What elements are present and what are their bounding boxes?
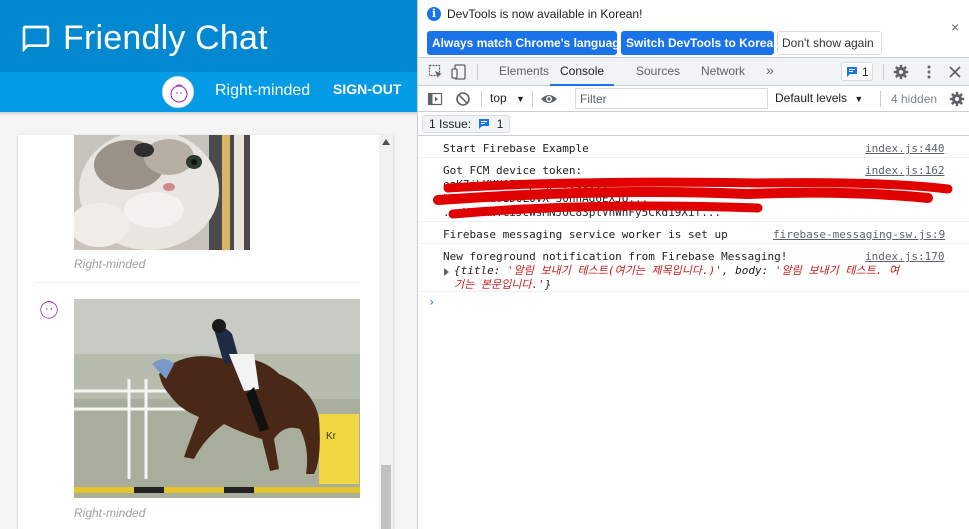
avatar-face-icon [40, 301, 58, 319]
live-expression-eye-icon[interactable] [540, 91, 558, 107]
message-sender: Right-minded [74, 506, 146, 520]
object-key: body [735, 264, 762, 277]
console-message: Firebase messaging service worker is set… [418, 222, 969, 244]
messages-scrollbar[interactable] [379, 135, 393, 529]
console-message: Got FCM device token: index.js:162 eaK7j… [418, 158, 969, 222]
user-name: Right-minded [215, 82, 311, 99]
toolbar-separator [481, 91, 482, 107]
message-sender: Right-minded [74, 257, 146, 271]
device-toolbar-icon[interactable] [451, 64, 467, 80]
tab-sources[interactable]: Sources [636, 58, 680, 86]
issues-count: 1 [862, 65, 869, 79]
issue-message-icon [479, 119, 490, 129]
hidden-messages-count: 4 hidden [891, 92, 938, 106]
console-source-link[interactable]: index.js:440 [865, 142, 944, 155]
console-prompt[interactable]: › [428, 295, 435, 309]
notification-object-line: 기는 본문입니다.'} [454, 278, 552, 291]
redaction-scribble [433, 177, 953, 219]
issues-chip-count: 1 [496, 117, 504, 131]
more-options-icon[interactable] [921, 64, 937, 80]
tab-console[interactable]: Console [550, 58, 615, 86]
kitten-image[interactable] [74, 135, 250, 250]
inspect-element-icon[interactable] [428, 64, 444, 80]
sign-out-button[interactable]: SIGN-OUT [333, 81, 401, 97]
friendly-chat-app: Friendly Chat Right-minded SIGN-OUT Righ… [0, 0, 417, 529]
log-levels-label: Default levels [775, 91, 848, 105]
toolbar-separator [880, 91, 881, 107]
close-devtools-icon[interactable] [948, 65, 962, 79]
console-message-text: Start Firebase Example [443, 142, 589, 155]
avatar-face-icon [170, 84, 188, 103]
clear-console-icon[interactable] [455, 91, 471, 107]
app-title: Friendly Chat [63, 19, 268, 57]
sidebar-toggle-icon[interactable] [427, 91, 443, 107]
switch-to-korean-button[interactable]: Switch DevTools to Korean [621, 31, 780, 55]
devtools-tabbar: Elements Console Sources Network » 1 [418, 58, 969, 86]
console-message: Start Firebase Example index.js:440 [418, 136, 969, 158]
scroll-up-arrow-icon[interactable] [382, 139, 390, 145]
toolbar-separator [532, 91, 533, 107]
toolbar-separator [883, 64, 884, 80]
chat-bubble-icon [22, 25, 50, 53]
horse-jumping-image[interactable]: Kr [74, 299, 360, 498]
language-infobar: i DevTools is now available in Korean! ×… [418, 0, 969, 58]
console-message-text: Firebase messaging service worker is set… [443, 228, 728, 241]
avatar [162, 76, 194, 108]
settings-gear-icon[interactable] [893, 64, 909, 80]
issue-message-icon [847, 67, 857, 77]
log-levels-select[interactable]: Default levels ▼ [775, 91, 863, 105]
close-icon[interactable]: × [951, 19, 959, 35]
header-shadow [0, 112, 417, 116]
expand-object-triangle-icon[interactable] [444, 268, 449, 276]
console-settings-gear-icon[interactable] [949, 91, 965, 107]
issues-counter-button[interactable]: 1 [841, 62, 873, 81]
console-toolbar: top ▼ Default levels ▼ 4 hidden [418, 86, 969, 112]
message-divider [34, 282, 360, 283]
object-value: '알림 보내기 테스트. 여 [774, 264, 900, 277]
more-tabs-icon[interactable]: » [766, 58, 774, 86]
info-icon: i [427, 7, 441, 21]
context-value: top [490, 91, 507, 105]
dont-show-again-button[interactable]: Don't show again [777, 31, 882, 55]
tab-elements[interactable]: Elements [499, 58, 549, 86]
dropdown-arrow-icon: ▼ [854, 94, 864, 104]
context-select[interactable]: top ▼ [490, 91, 525, 105]
scroll-thumb[interactable] [381, 465, 391, 529]
filter-input[interactable] [575, 88, 768, 109]
tab-network[interactable]: Network [701, 58, 745, 86]
infobar-text: DevTools is now available in Korean! [447, 7, 643, 21]
match-chrome-language-button[interactable]: Always match Chrome's language [427, 31, 626, 55]
object-value: 기는 본문입니다.' [454, 278, 545, 291]
console-source-link[interactable]: firebase-messaging-sw.js:9 [773, 228, 945, 241]
devtools-panel: i DevTools is now available in Korean! ×… [417, 0, 969, 529]
messages-card: Right-minded Kr Right-minded [18, 135, 393, 529]
issues-chip-button[interactable]: 1 Issue: 1 [422, 115, 511, 133]
dropdown-arrow-icon: ▼ [516, 94, 525, 104]
svg-text:Kr: Kr [326, 431, 337, 442]
issues-bar: 1 Issue: 1 [418, 112, 969, 136]
issues-chip-label: 1 Issue: [429, 117, 472, 131]
toolbar-separator [477, 64, 478, 80]
console-message: New foreground notification from Firebas… [418, 244, 969, 292]
